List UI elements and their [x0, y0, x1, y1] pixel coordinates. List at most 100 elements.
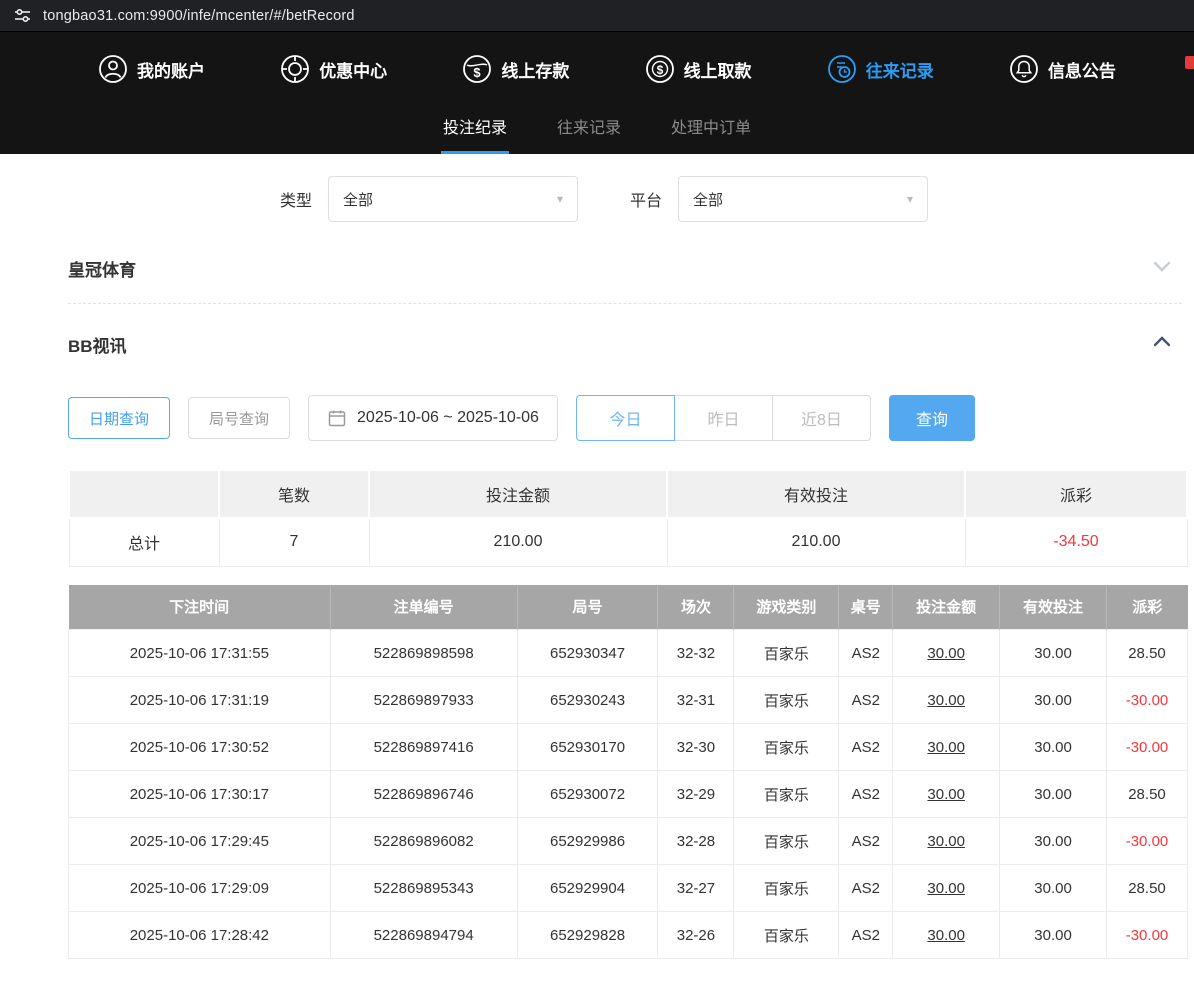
table-row: 2025-10-06 17:30:17522869896746652930072… [69, 771, 1188, 818]
tab-processing-orders[interactable]: 处理中订单 [669, 106, 753, 154]
top-navigation: 我的账户 优惠中心 $ 线上存款 $ 线上取款 [0, 32, 1194, 106]
round-number-cell: 652930347 [517, 630, 658, 677]
type-select[interactable]: 全部 ▾ [328, 176, 578, 222]
bet-amount-link[interactable]: 30.00 [893, 865, 1000, 912]
table-row: 2025-10-06 17:29:45522869896082652929986… [69, 818, 1188, 865]
nav-item-announcements[interactable]: 信息公告 [1009, 54, 1116, 84]
tab-transaction-records[interactable]: 往来记录 [555, 106, 623, 154]
yesterday-button[interactable]: 昨日 [674, 395, 773, 441]
session-cell: 32-28 [658, 818, 734, 865]
order-number-cell: 522869897416 [330, 724, 517, 771]
session-cell: 32-29 [658, 771, 734, 818]
bet-time-cell: 2025-10-06 17:29:09 [69, 865, 331, 912]
header-valid-bet: 有效投注 [1000, 585, 1107, 630]
bet-time-cell: 2025-10-06 17:30:17 [69, 771, 331, 818]
payout-cell: -30.00 [1107, 724, 1188, 771]
table-number-cell: AS2 [839, 630, 893, 677]
chevron-up-icon[interactable] [1150, 330, 1174, 359]
header-table-number: 桌号 [839, 585, 893, 630]
table-row: 2025-10-06 17:30:52522869897416652930170… [69, 724, 1188, 771]
header-session: 场次 [658, 585, 734, 630]
search-button[interactable]: 查询 [889, 395, 975, 441]
nav-item-transaction-records[interactable]: 往来记录 [827, 54, 934, 84]
bet-time-cell: 2025-10-06 17:28:42 [69, 912, 331, 959]
date-range-input[interactable]: 2025-10-06 ~ 2025-10-06 [308, 395, 558, 441]
url-text[interactable]: tongbao31.com:9900/infe/mcenter/#/betRec… [43, 8, 355, 24]
svg-text:$: $ [474, 65, 482, 80]
game-type-cell: 百家乐 [734, 724, 839, 771]
round-number-cell: 652930170 [517, 724, 658, 771]
summary-header-count: 笔数 [219, 470, 369, 518]
table-number-cell: AS2 [839, 865, 893, 912]
bet-amount-link[interactable]: 30.00 [893, 818, 1000, 865]
today-button[interactable]: 今日 [576, 395, 675, 441]
order-number-cell: 522869895343 [330, 865, 517, 912]
last-8-days-button[interactable]: 近8日 [772, 395, 871, 441]
section-title-crown: 皇冠体育 [68, 256, 136, 281]
table-row: 2025-10-06 17:28:42522869894794652929828… [69, 912, 1188, 959]
header-round-number: 局号 [517, 585, 658, 630]
session-cell: 32-31 [658, 677, 734, 724]
valid-bet-cell: 30.00 [1000, 771, 1107, 818]
bet-amount-link[interactable]: 30.00 [893, 912, 1000, 959]
summary-header-payout: 派彩 [965, 470, 1187, 518]
summary-header-bet: 投注金额 [369, 470, 667, 518]
valid-bet-cell: 30.00 [1000, 724, 1107, 771]
valid-bet-cell: 30.00 [1000, 630, 1107, 677]
game-type-cell: 百家乐 [734, 677, 839, 724]
summary-total-label: 总计 [69, 518, 219, 566]
browser-address-bar: tongbao31.com:9900/infe/mcenter/#/betRec… [0, 0, 1194, 32]
summary-count: 7 [219, 518, 369, 566]
round-query-button[interactable]: 局号查询 [188, 397, 290, 439]
chevron-down-icon[interactable] [1150, 254, 1174, 283]
nav-label: 优惠中心 [319, 57, 387, 82]
nav-item-deposit[interactable]: $ 线上存款 [462, 54, 569, 84]
promo-icon [280, 54, 310, 84]
order-number-cell: 522869896082 [330, 818, 517, 865]
date-range-value: 2025-10-06 ~ 2025-10-06 [357, 409, 539, 427]
summary-table: 笔数 投注金额 有效投注 派彩 总计 7 210.00 210.00 -34.5… [68, 469, 1188, 567]
filter-row: 类型 全部 ▾ 平台 全部 ▾ [68, 154, 1188, 228]
bet-time-cell: 2025-10-06 17:31:19 [69, 677, 331, 724]
notification-badge [1185, 56, 1194, 69]
nav-item-promotions[interactable]: 优惠中心 [280, 54, 387, 84]
game-type-cell: 百家乐 [734, 771, 839, 818]
bet-amount-link[interactable]: 30.00 [893, 771, 1000, 818]
bet-amount-link[interactable]: 30.00 [893, 630, 1000, 677]
summary-header-valid: 有效投注 [667, 470, 965, 518]
payout-cell: -30.00 [1107, 818, 1188, 865]
order-number-cell: 522869897933 [330, 677, 517, 724]
site-settings-icon[interactable] [14, 7, 31, 24]
tab-bet-records[interactable]: 投注纪录 [441, 106, 509, 154]
summary-header-row: 笔数 投注金额 有效投注 派彩 [69, 470, 1187, 518]
bet-time-cell: 2025-10-06 17:29:45 [69, 818, 331, 865]
summary-total-row: 总计 7 210.00 210.00 -34.50 [69, 518, 1187, 566]
nav-label: 线上存款 [501, 57, 569, 82]
table-number-cell: AS2 [839, 818, 893, 865]
calendar-icon [327, 408, 347, 428]
records-icon [827, 54, 857, 84]
nav-item-my-account[interactable]: 我的账户 [98, 54, 205, 84]
bet-time-cell: 2025-10-06 17:31:55 [69, 630, 331, 677]
table-number-cell: AS2 [839, 771, 893, 818]
round-number-cell: 652929828 [517, 912, 658, 959]
nav-label: 我的账户 [137, 57, 205, 82]
platform-select[interactable]: 全部 ▾ [678, 176, 928, 222]
record-tabs: 投注纪录 往来记录 处理中订单 [0, 106, 1194, 154]
type-filter-label: 类型 [280, 187, 312, 211]
nav-item-withdraw[interactable]: $ 线上取款 [645, 54, 752, 84]
platform-filter-label: 平台 [630, 187, 662, 211]
bet-amount-link[interactable]: 30.00 [893, 724, 1000, 771]
order-number-cell: 522869894794 [330, 912, 517, 959]
table-row: 2025-10-06 17:29:09522869895343652929904… [69, 865, 1188, 912]
section-crown-sports[interactable]: 皇冠体育 [68, 228, 1188, 303]
header-game-type: 游戏类别 [734, 585, 839, 630]
summary-header-blank [69, 470, 219, 518]
quick-date-group: 今日 昨日 近8日 [576, 395, 871, 441]
date-query-button[interactable]: 日期查询 [68, 397, 170, 439]
header-bet-time: 下注时间 [69, 585, 331, 630]
bet-amount-link[interactable]: 30.00 [893, 677, 1000, 724]
payout-cell: -30.00 [1107, 677, 1188, 724]
section-bb-video[interactable]: BB视讯 [68, 304, 1188, 379]
summary-bet-amount: 210.00 [369, 518, 667, 566]
